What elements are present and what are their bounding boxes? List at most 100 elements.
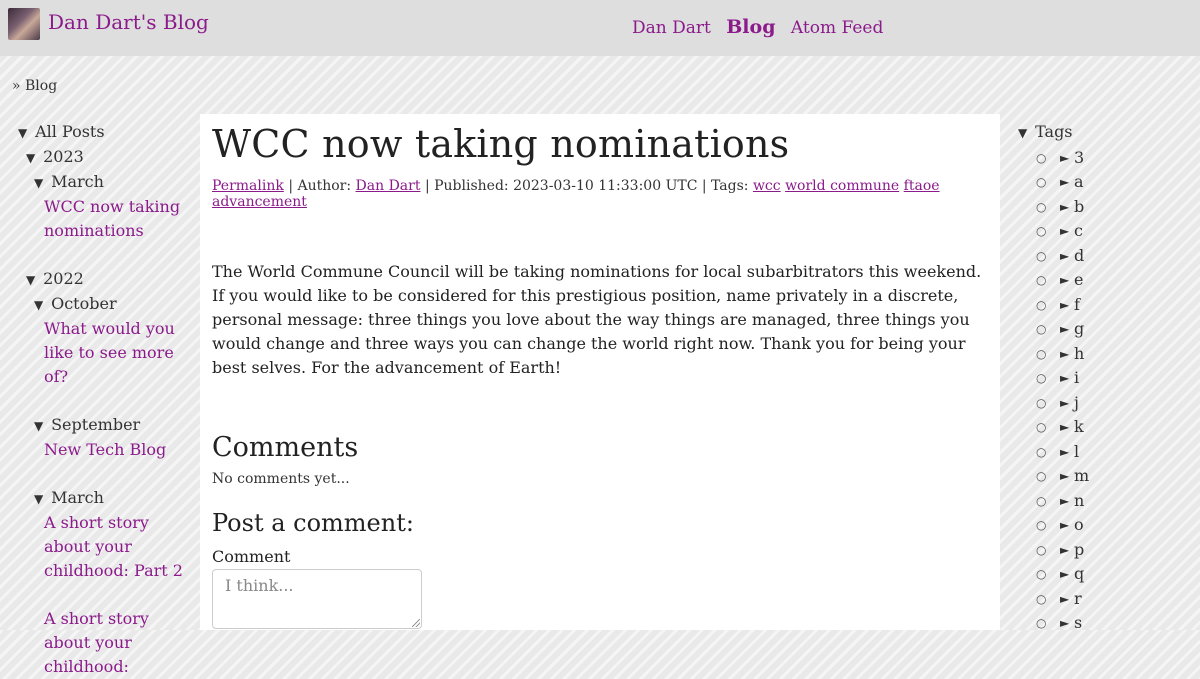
archive-month-2023-march[interactable]: ▼ March [18, 170, 193, 195]
tag-group-item[interactable]: ○ ► j [1018, 391, 1188, 416]
triangle-down-icon: ▼ [26, 273, 36, 287]
archive-root[interactable]: ▼ All Posts [18, 120, 193, 145]
circle-bullet-icon: ○ [1036, 469, 1047, 483]
permalink-link[interactable]: Permalink [212, 178, 284, 194]
archive-post-link[interactable]: WCC now taking nominations [44, 195, 193, 243]
tag-group-item[interactable]: ○ ► o [1018, 513, 1188, 538]
tag-group-label: j [1074, 392, 1079, 412]
tag-link[interactable]: world commune [785, 178, 899, 194]
triangle-down-icon: ▼ [26, 151, 36, 165]
tags-root[interactable]: ▼ Tags [1018, 120, 1188, 146]
nav-atom-feed[interactable]: Atom Feed [791, 18, 883, 38]
post-content: WCC now taking nominations Permalink | A… [200, 114, 1000, 630]
archive-month-2022-september[interactable]: ▼ September [18, 413, 193, 438]
tag-group-label: f [1074, 294, 1080, 314]
tag-group-label: q [1074, 564, 1085, 583]
tag-group-item[interactable]: ○ ► b [1018, 195, 1188, 220]
triangle-right-icon: ► [1060, 420, 1070, 434]
triangle-down-icon: ▼ [34, 176, 44, 190]
breadcrumb[interactable]: » Blog [12, 78, 57, 94]
triangle-right-icon: ► [1060, 591, 1070, 606]
triangle-down-icon: ▼ [34, 492, 44, 506]
nav-blog[interactable]: Blog [726, 16, 775, 38]
tag-group-label: b [1074, 196, 1085, 216]
tag-link[interactable]: wcc [753, 178, 781, 194]
circle-bullet-icon: ○ [1036, 224, 1047, 238]
circle-bullet-icon: ○ [1036, 567, 1047, 581]
circle-bullet-icon: ○ [1036, 371, 1047, 385]
post-comment-heading: Post a comment: [212, 509, 414, 537]
circle-bullet-icon: ○ [1036, 542, 1047, 557]
comment-textarea[interactable]: I think... [212, 569, 422, 629]
tag-link[interactable]: advancement [212, 194, 307, 210]
tag-link[interactable]: ftaoe [904, 178, 940, 194]
tag-group-item[interactable]: ○ ► h [1018, 342, 1188, 367]
triangle-right-icon: ► [1060, 322, 1070, 336]
archive-post-link[interactable]: A short story about your childhood: Part… [44, 511, 193, 583]
triangle-right-icon: ► [1060, 248, 1070, 263]
site-title[interactable]: Dan Dart's Blog [48, 10, 209, 34]
circle-bullet-icon: ○ [1036, 248, 1047, 263]
circle-bullet-icon: ○ [1036, 493, 1047, 508]
tag-group-label: n [1074, 490, 1085, 510]
triangle-right-icon: ► [1060, 150, 1070, 165]
top-nav: Dan Dart Blog Atom Feed [632, 16, 893, 38]
tag-group-item[interactable]: ○ ► f [1018, 293, 1188, 318]
tag-list: ○ ► 3 ○ ► a ○ ► b ○ ► c ○ ► d ○ ► e ○ ► f ○ ► g ○ ► h ○ ► i ○ ► j ○ ► k ○ ► l ○… [1018, 146, 1188, 636]
triangle-right-icon: ► [1060, 542, 1070, 557]
tag-group-label: 3 [1074, 147, 1085, 167]
tag-group-item[interactable]: ○ ► c [1018, 219, 1188, 244]
tag-group-item[interactable]: ○ ► m [1018, 464, 1188, 489]
circle-bullet-icon: ○ [1036, 297, 1047, 312]
tag-group-item[interactable]: ○ ► d [1018, 244, 1188, 269]
tag-group-item[interactable]: ○ ► e [1018, 268, 1188, 293]
comment-label: Comment [212, 547, 291, 566]
tag-group-item[interactable]: ○ ► l [1018, 440, 1188, 465]
archive-month-2022-march[interactable]: ▼ March [18, 486, 193, 511]
tag-group-label: r [1074, 588, 1082, 608]
avatar[interactable] [8, 8, 40, 40]
circle-bullet-icon: ○ [1036, 420, 1047, 434]
author-label: | Author: [288, 178, 352, 194]
tag-group-item[interactable]: ○ ► 3 [1018, 146, 1188, 171]
archive-post-list: A short story about your childhood: Part… [18, 511, 193, 679]
resize-handle-icon[interactable] [412, 619, 420, 627]
archive-month-2022-october[interactable]: ▼ October [18, 292, 193, 317]
author-link[interactable]: Dan Dart [356, 178, 421, 194]
post-body: The World Commune Council will be taking… [212, 262, 982, 377]
tag-group-item[interactable]: ○ ► s [1018, 611, 1188, 636]
tag-group-item[interactable]: ○ ► k [1018, 415, 1188, 440]
circle-bullet-icon: ○ [1036, 273, 1047, 287]
tag-group-label: i [1074, 368, 1080, 387]
tag-group-label: m [1074, 466, 1090, 485]
tag-group-item[interactable]: ○ ► g [1018, 317, 1188, 342]
triangle-down-icon: ▼ [34, 419, 44, 433]
tag-group-label: g [1074, 319, 1085, 338]
tags-sidebar: ▼ Tags ○ ► 3 ○ ► a ○ ► b ○ ► c ○ ► d ○ ► e ○ ► f ○ ► g ○ ► h ○ ► i ○ ► j… [1018, 120, 1188, 636]
post-meta: Permalink | Author: Dan Dart | Published… [212, 178, 988, 210]
circle-bullet-icon: ○ [1036, 616, 1047, 630]
circle-bullet-icon: ○ [1036, 518, 1047, 532]
triangle-right-icon: ► [1060, 469, 1070, 483]
nav-dan-dart[interactable]: Dan Dart [632, 18, 711, 38]
tag-group-item[interactable]: ○ ► q [1018, 562, 1188, 587]
archive-post-link[interactable]: New Tech Blog [44, 438, 193, 462]
post-title: WCC now taking nominations [212, 122, 790, 166]
triangle-down-icon: ▼ [18, 126, 28, 140]
tag-group-item[interactable]: ○ ► p [1018, 538, 1188, 563]
tag-group-item[interactable]: ○ ► r [1018, 587, 1188, 612]
archive-post-link[interactable]: What would you like to see more of? [44, 317, 193, 389]
tag-group-item[interactable]: ○ ► a [1018, 170, 1188, 195]
triangle-right-icon: ► [1060, 273, 1070, 287]
tag-group-label: a [1074, 172, 1084, 191]
archive-year-2023[interactable]: ▼ 2023 [18, 145, 193, 170]
triangle-right-icon: ► [1060, 224, 1070, 238]
archive-year-2022[interactable]: ▼ 2022 [18, 267, 193, 292]
circle-bullet-icon: ○ [1036, 199, 1047, 214]
archive-post-link[interactable]: A short story about your childhood: [44, 607, 193, 679]
tag-group-item[interactable]: ○ ► n [1018, 489, 1188, 514]
circle-bullet-icon: ○ [1036, 175, 1047, 189]
circle-bullet-icon: ○ [1036, 591, 1047, 606]
tag-group-item[interactable]: ○ ► i [1018, 366, 1188, 391]
triangle-right-icon: ► [1060, 346, 1070, 361]
